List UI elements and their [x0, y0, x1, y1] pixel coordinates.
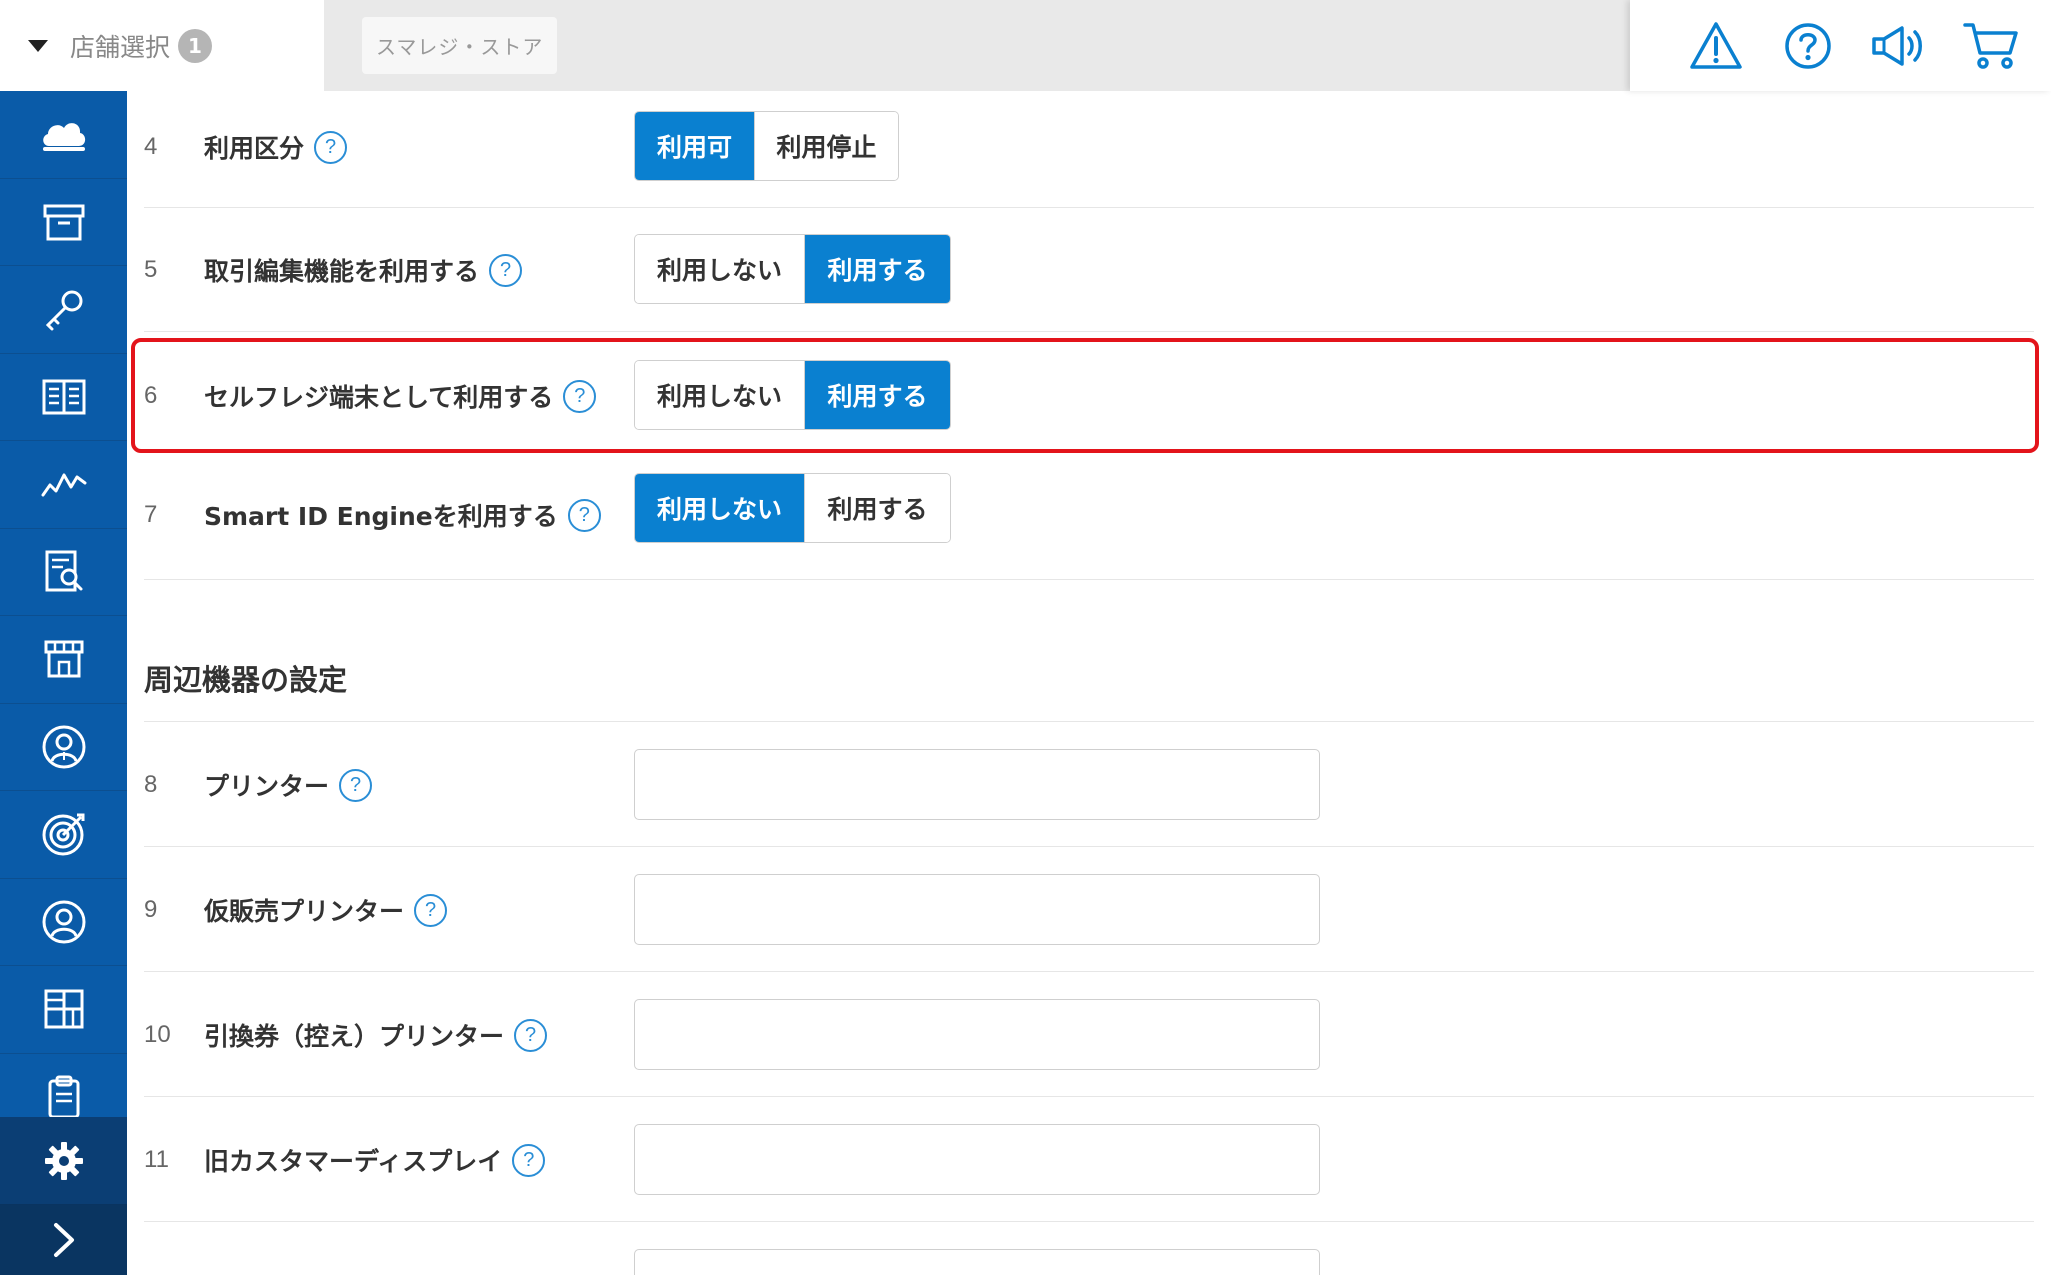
help-icon[interactable]: ? [414, 893, 448, 927]
header-icons [1630, 0, 2051, 91]
staff-icon [42, 725, 85, 769]
archive-box-icon [43, 204, 84, 241]
report-search-icon [45, 550, 82, 592]
device-row-printer: 8 プリンター? [144, 722, 2034, 847]
row-label: 旧カスタマーディスプレイ? [204, 1142, 546, 1178]
printer-input[interactable] [634, 749, 1320, 820]
help-icon[interactable]: ? [567, 498, 601, 532]
caret-down-icon [28, 39, 48, 52]
row-label: セルフレジ端末として利用する? [204, 378, 597, 414]
sidebar-item-staff[interactable] [0, 704, 127, 791]
store-name-area: スマレジ・ストア [324, 0, 1630, 91]
option-use[interactable]: 利用する [804, 474, 950, 542]
usage-type-toggle: 利用可 利用停止 [634, 111, 899, 181]
option-not-use[interactable]: 利用しない [635, 361, 804, 429]
setting-row-usage-type: 4 利用区分? 利用可 利用停止 [144, 91, 2034, 208]
device-row-next-partial [144, 1222, 2034, 1275]
gear-icon [44, 1141, 83, 1180]
sidebar-item-customers[interactable] [0, 879, 127, 966]
help-icon[interactable]: ? [563, 379, 597, 413]
sidebar-expand-toggle[interactable] [0, 1205, 127, 1275]
sidebar-item-targets[interactable] [0, 791, 127, 879]
store-select-label: 店舗選択 [70, 32, 171, 62]
cloud-icon [42, 123, 85, 152]
sidebar [0, 91, 127, 1275]
warning-icon[interactable] [1686, 16, 1746, 76]
option-suspended[interactable]: 利用停止 [754, 112, 898, 180]
row-label: 仮販売プリンター? [204, 892, 448, 928]
sidebar-item-keys[interactable] [0, 266, 127, 354]
row-number: 5 [144, 256, 158, 283]
option-not-use[interactable]: 利用しない [635, 235, 804, 303]
sidebar-item-products[interactable] [0, 179, 127, 266]
option-not-use[interactable]: 利用しない [635, 474, 804, 542]
row-label: Smart ID Engineを利用する? [204, 497, 601, 533]
option-use[interactable]: 利用する [804, 235, 950, 303]
chart-line-icon [41, 473, 86, 497]
voucher-printer-input[interactable] [634, 999, 1320, 1070]
sidebar-item-analytics[interactable] [0, 441, 127, 529]
help-icon[interactable]: ? [314, 130, 348, 164]
clipboard-icon [48, 1075, 79, 1119]
help-icon[interactable]: ? [514, 1018, 548, 1052]
row-number: 9 [144, 896, 158, 923]
row-number: 7 [144, 501, 158, 528]
help-circle-icon[interactable] [1778, 16, 1838, 76]
row-label: 利用区分? [204, 129, 348, 165]
grid-icon [44, 989, 83, 1029]
chevron-right-icon [53, 1223, 74, 1257]
device-row-provisional-printer: 9 仮販売プリンター? [144, 847, 2034, 972]
megaphone-icon[interactable] [1869, 16, 1929, 76]
store-selector[interactable]: 店舗選択 1 [0, 0, 324, 91]
settings-content: 4 利用区分? 利用可 利用停止 5 取引編集機能を利用する? 利用しない 利用… [127, 91, 2051, 1275]
option-use[interactable]: 利用する [804, 361, 950, 429]
sidebar-item-home[interactable] [0, 91, 127, 179]
customer-display-input[interactable] [634, 1124, 1320, 1195]
self-checkout-toggle: 利用しない 利用する [634, 360, 951, 430]
row-number: 6 [144, 382, 158, 409]
sidebar-item-store[interactable] [0, 616, 127, 704]
sidebar-item-reports[interactable] [0, 529, 127, 616]
row-number: 10 [144, 1021, 171, 1048]
setting-row-self-checkout: 6 セルフレジ端末として利用する? 利用しない 利用する [144, 332, 2034, 456]
help-icon[interactable]: ? [489, 253, 523, 287]
next-device-input[interactable] [634, 1249, 1320, 1275]
provisional-printer-input[interactable] [634, 874, 1320, 945]
row-label: プリンター? [204, 767, 373, 803]
book-icon [42, 379, 85, 415]
top-bar: 店舗選択 1 スマレジ・ストア [0, 0, 2051, 91]
sidebar-item-book[interactable] [0, 354, 127, 441]
section-title-peripherals: 周辺機器の設定 [144, 663, 348, 697]
device-row-voucher-printer: 10 引換券（控え）プリンター? [144, 972, 2034, 1097]
sidebar-settings[interactable] [0, 1117, 127, 1205]
help-icon[interactable]: ? [512, 1143, 546, 1177]
row-label: 引換券（控え）プリンター? [204, 1017, 548, 1053]
row-label: 取引編集機能を利用する? [204, 252, 523, 288]
target-icon [42, 813, 84, 856]
row-number: 4 [144, 133, 158, 160]
store-icon [44, 640, 83, 678]
customer-icon [42, 900, 85, 944]
cart-icon[interactable] [1961, 16, 2021, 76]
option-available[interactable]: 利用可 [635, 112, 754, 180]
store-count-badge: 1 [178, 28, 213, 63]
sidebar-item-apps[interactable] [0, 966, 127, 1054]
key-icon [45, 290, 82, 331]
device-row-customer-display: 11 旧カスタマーディスプレイ? [144, 1097, 2034, 1222]
store-name-chip[interactable]: スマレジ・ストア [362, 17, 558, 74]
row-number: 8 [144, 771, 158, 798]
smart-id-engine-toggle: 利用しない 利用する [634, 473, 951, 543]
setting-row-smart-id-engine: 7 Smart ID Engineを利用する? 利用しない 利用する [144, 456, 2034, 580]
row-number: 11 [144, 1146, 169, 1173]
help-icon[interactable]: ? [339, 768, 373, 802]
setting-row-transaction-edit: 5 取引編集機能を利用する? 利用しない 利用する [144, 208, 2034, 332]
transaction-edit-toggle: 利用しない 利用する [634, 234, 951, 304]
